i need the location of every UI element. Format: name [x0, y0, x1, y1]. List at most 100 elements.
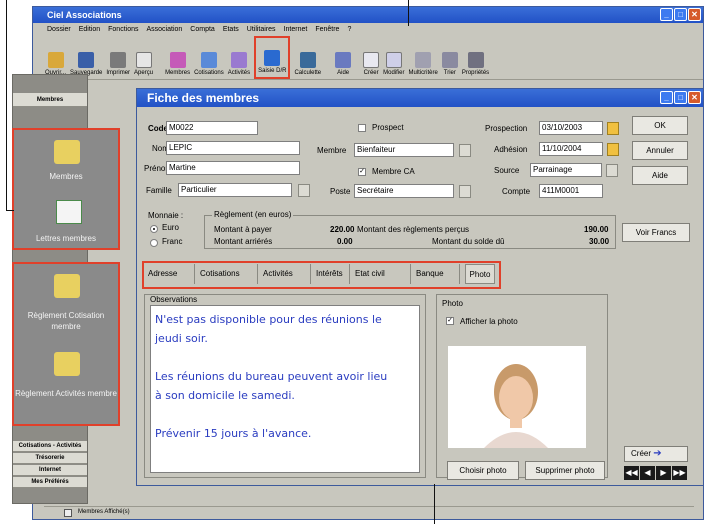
reglement-label: Règlement (en euros): [212, 210, 294, 219]
callout-line: [6, 210, 14, 211]
tb-apercu[interactable]: Aperçu: [134, 36, 153, 79]
tb-sauvegarde[interactable]: Sauvegarde: [70, 36, 102, 79]
prospect-checkbox[interactable]: [358, 124, 366, 132]
ok-button[interactable]: OK: [632, 116, 688, 135]
compte-field[interactable]: 411M0001: [539, 184, 603, 198]
membre-ca-checkbox[interactable]: ✓: [358, 168, 366, 176]
membre-ca-label: Membre CA: [372, 167, 415, 176]
tab-interets[interactable]: Intérêts: [316, 264, 350, 284]
membre-field[interactable]: Bienfaiteur: [354, 143, 454, 157]
tb-calculette[interactable]: Calculette: [294, 36, 321, 79]
last-record-icon[interactable]: ▶▶: [672, 466, 687, 480]
tb-cotisations[interactable]: Cotisations: [194, 36, 224, 79]
tb-saisie-dr[interactable]: Saisie D/R: [254, 36, 291, 79]
sidebar-item-reglement-cotisation[interactable]: Règlement Cotisation membre: [14, 310, 118, 332]
menu-association[interactable]: Association: [147, 23, 183, 36]
adhesion-arrow-button[interactable]: [607, 143, 619, 156]
prospection-label: Prospection: [485, 124, 528, 133]
adhesion-field[interactable]: 11/10/2004: [539, 142, 603, 156]
help-icon: [335, 52, 352, 68]
tab-activites[interactable]: Activités: [263, 264, 311, 284]
status-text: Membres Affiché(s): [78, 509, 130, 515]
sidebar-item-membres[interactable]: Membres: [14, 172, 118, 182]
sidebar-item-tresorerie[interactable]: Trésorerie: [13, 453, 87, 464]
next-record-icon[interactable]: ▶: [656, 466, 671, 480]
prospect-label: Prospect: [372, 123, 404, 132]
sort-icon: [441, 52, 458, 68]
afficher-photo-checkbox[interactable]: ✓: [446, 317, 454, 325]
sidebar-header[interactable]: Membres: [13, 93, 87, 107]
observations-textarea[interactable]: N'est pas disponible pour des réunions l…: [150, 305, 420, 473]
fiche-title-bar[interactable]: Fiche des membres _ □ ✕: [137, 89, 703, 107]
tb-modifier[interactable]: Modifier: [383, 36, 404, 79]
prenom-field[interactable]: Martine: [166, 161, 300, 175]
poste-label: Poste: [330, 187, 351, 196]
poste-select-button[interactable]: [459, 185, 471, 198]
observation-line: à son domicile le samedi.: [155, 389, 295, 402]
tb-ouvrir[interactable]: Ouvrir...: [45, 36, 66, 79]
sidebar-item-internet[interactable]: Internet: [13, 465, 87, 476]
famille-select-button[interactable]: [298, 184, 310, 197]
aide-button[interactable]: Aide: [632, 166, 688, 185]
adhesion-label: Adhésion: [494, 145, 528, 154]
minimize-icon[interactable]: _: [660, 8, 673, 21]
menu-fenetre[interactable]: Fenêtre: [315, 23, 339, 36]
tb-aide[interactable]: Aide: [335, 36, 352, 79]
euro-radio[interactable]: [150, 225, 158, 233]
source-select-button[interactable]: [606, 164, 618, 177]
annuler-button[interactable]: Annuler: [632, 141, 688, 160]
menu-utilitaires[interactable]: Utilitaires: [247, 23, 276, 36]
maximize-icon[interactable]: □: [674, 8, 687, 21]
supprimer-photo-button[interactable]: Supprimer photo: [525, 461, 605, 480]
menu-fonctions[interactable]: Fonctions: [108, 23, 138, 36]
fiche-maximize-icon[interactable]: □: [674, 91, 687, 104]
menu-edition[interactable]: Edition: [79, 23, 100, 36]
fiche-minimize-icon[interactable]: _: [660, 91, 673, 104]
prospection-arrow-button[interactable]: [607, 122, 619, 135]
montant-a-payer-value: 220.00: [330, 225, 355, 234]
first-record-icon[interactable]: ◀◀: [624, 466, 639, 480]
sidebar-item-reglement-activites[interactable]: Règlement Activités membre: [14, 388, 118, 399]
menu-help[interactable]: ?: [347, 23, 351, 36]
source-field[interactable]: Parrainage: [530, 163, 602, 177]
fiche-close-icon[interactable]: ✕: [688, 91, 701, 104]
tb-membres[interactable]: Membres: [165, 36, 190, 79]
choisir-photo-button[interactable]: Choisir photo: [447, 461, 519, 480]
portrait-image: [484, 364, 548, 448]
monnaie-label: Monnaie :: [148, 211, 184, 220]
tab-banque[interactable]: Banque: [416, 264, 460, 284]
prospection-field[interactable]: 03/10/2003: [539, 121, 603, 135]
menu-compta[interactable]: Compta: [190, 23, 215, 36]
tab-adresse[interactable]: Adresse: [148, 264, 195, 284]
tab-etat-civil[interactable]: Etat civil: [355, 264, 411, 284]
close-icon[interactable]: ✕: [688, 8, 701, 21]
sidebar-item-lettres[interactable]: Lettres membres: [14, 234, 118, 244]
famille-field[interactable]: Particulier: [178, 183, 292, 197]
app-title-bar[interactable]: Ciel Associations _ □ ✕: [33, 7, 703, 23]
tb-imprimer[interactable]: Imprimer: [106, 36, 130, 79]
sidebar-item-cotisations[interactable]: Cotisations - Activités: [13, 441, 87, 452]
code-field[interactable]: M0022: [166, 121, 258, 135]
membre-select-button[interactable]: [459, 144, 471, 157]
sidebar-item-preferes[interactable]: Mes Préférés: [13, 477, 87, 488]
prev-record-icon[interactable]: ◀: [640, 466, 655, 480]
menu-internet[interactable]: Internet: [284, 23, 308, 36]
menu-dossier[interactable]: Dossier: [47, 23, 71, 36]
tb-trier[interactable]: Trier: [441, 36, 458, 79]
callout-line: [6, 0, 7, 210]
computer-icon: [264, 50, 281, 66]
new-doc-icon: [363, 52, 380, 68]
properties-icon: [467, 52, 484, 68]
tab-photo[interactable]: Photo: [465, 264, 495, 284]
creer-button[interactable]: Créer ➔: [624, 446, 688, 462]
tb-multicritere[interactable]: Multicritère: [408, 36, 438, 79]
tb-activites[interactable]: Activités: [228, 36, 250, 79]
franc-radio[interactable]: [150, 239, 158, 247]
poste-field[interactable]: Secrétaire: [354, 184, 454, 198]
tb-proprietes[interactable]: Propriétés: [462, 36, 489, 79]
menu-etats[interactable]: Etats: [223, 23, 239, 36]
tab-cotisations[interactable]: Cotisations: [200, 264, 258, 284]
tb-creer[interactable]: Créer: [363, 36, 380, 79]
voir-francs-button[interactable]: Voir Francs: [622, 223, 690, 242]
nom-field[interactable]: LEPIC: [166, 141, 300, 155]
